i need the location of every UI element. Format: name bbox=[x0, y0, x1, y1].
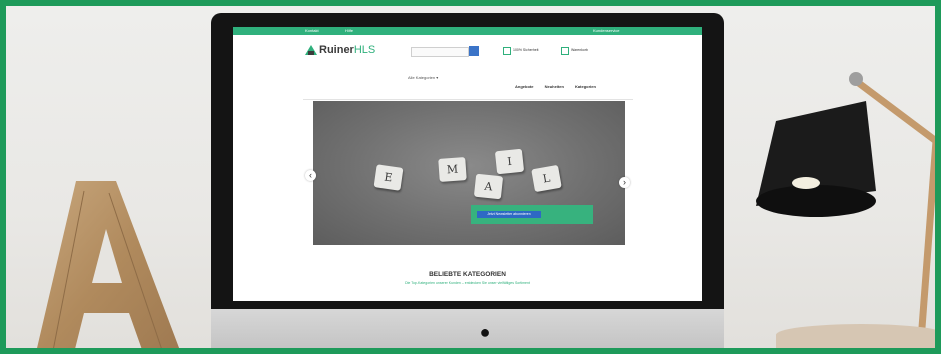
header-divider bbox=[303, 99, 633, 100]
logo-suffix: HLS bbox=[353, 44, 376, 56]
section-subtitle: Die Top-Kategorien unserer Kunden – entd… bbox=[405, 281, 530, 285]
website-screen: Kontakt Hilfe Kundenservice RuinerHLS 10… bbox=[233, 27, 702, 301]
site-logo[interactable]: RuinerHLS bbox=[319, 43, 375, 57]
nav-link-2[interactable]: Neuheiten bbox=[545, 84, 564, 89]
logo-brand: Ruiner bbox=[319, 44, 354, 56]
category-dropdown-label: Alle Kategorien bbox=[408, 75, 436, 80]
hero-slider: E M A I L Jetzt Newsletter abonnieren bbox=[313, 101, 625, 245]
section-title: BELIEBTE KATEGORIEN bbox=[429, 271, 506, 278]
scrabble-tile: E bbox=[373, 164, 404, 191]
topbar-right-link[interactable]: Kundenservice bbox=[593, 27, 619, 35]
desk-lamp bbox=[756, 72, 935, 342]
search-button[interactable] bbox=[469, 46, 479, 56]
photo-frame: Kontakt Hilfe Kundenservice RuinerHLS 10… bbox=[0, 0, 941, 354]
shield-icon bbox=[503, 47, 511, 55]
slider-next-icon[interactable]: › bbox=[619, 177, 630, 188]
category-dropdown[interactable]: Alle Kategorien ▾ bbox=[408, 75, 438, 80]
nav-link-1[interactable]: Angebote bbox=[515, 84, 533, 89]
main-nav: Angebote Neuheiten Kategorien bbox=[515, 84, 606, 89]
cart-icon[interactable] bbox=[561, 47, 569, 55]
topbar-link-2[interactable]: Hilfe bbox=[345, 27, 353, 35]
scrabble-tile: L bbox=[531, 164, 562, 193]
wooden-letter-a bbox=[37, 181, 180, 348]
search-input[interactable] bbox=[411, 47, 469, 57]
monitor-bezel: Kontakt Hilfe Kundenservice RuinerHLS 10… bbox=[211, 13, 724, 309]
topbar-link-1[interactable]: Kontakt bbox=[305, 27, 319, 35]
security-label: 100% Sicherheit bbox=[513, 48, 539, 52]
site-top-bar: Kontakt Hilfe Kundenservice bbox=[233, 27, 702, 35]
apple-logo-icon: ● bbox=[479, 322, 491, 342]
scrabble-tile: M bbox=[438, 157, 467, 182]
newsletter-button[interactable]: Jetzt Newsletter abonnieren bbox=[477, 211, 541, 218]
cart-label[interactable]: Warenkorb bbox=[571, 48, 588, 53]
nav-link-3[interactable]: Kategorien bbox=[575, 84, 596, 89]
imac-monitor: Kontakt Hilfe Kundenservice RuinerHLS 10… bbox=[211, 13, 724, 348]
slider-prev-icon[interactable]: ‹ bbox=[305, 170, 316, 181]
desk-surface bbox=[776, 324, 935, 348]
scrabble-tile: I bbox=[494, 148, 525, 175]
monitor-chin bbox=[211, 309, 724, 348]
scrabble-tile: A bbox=[473, 173, 504, 200]
